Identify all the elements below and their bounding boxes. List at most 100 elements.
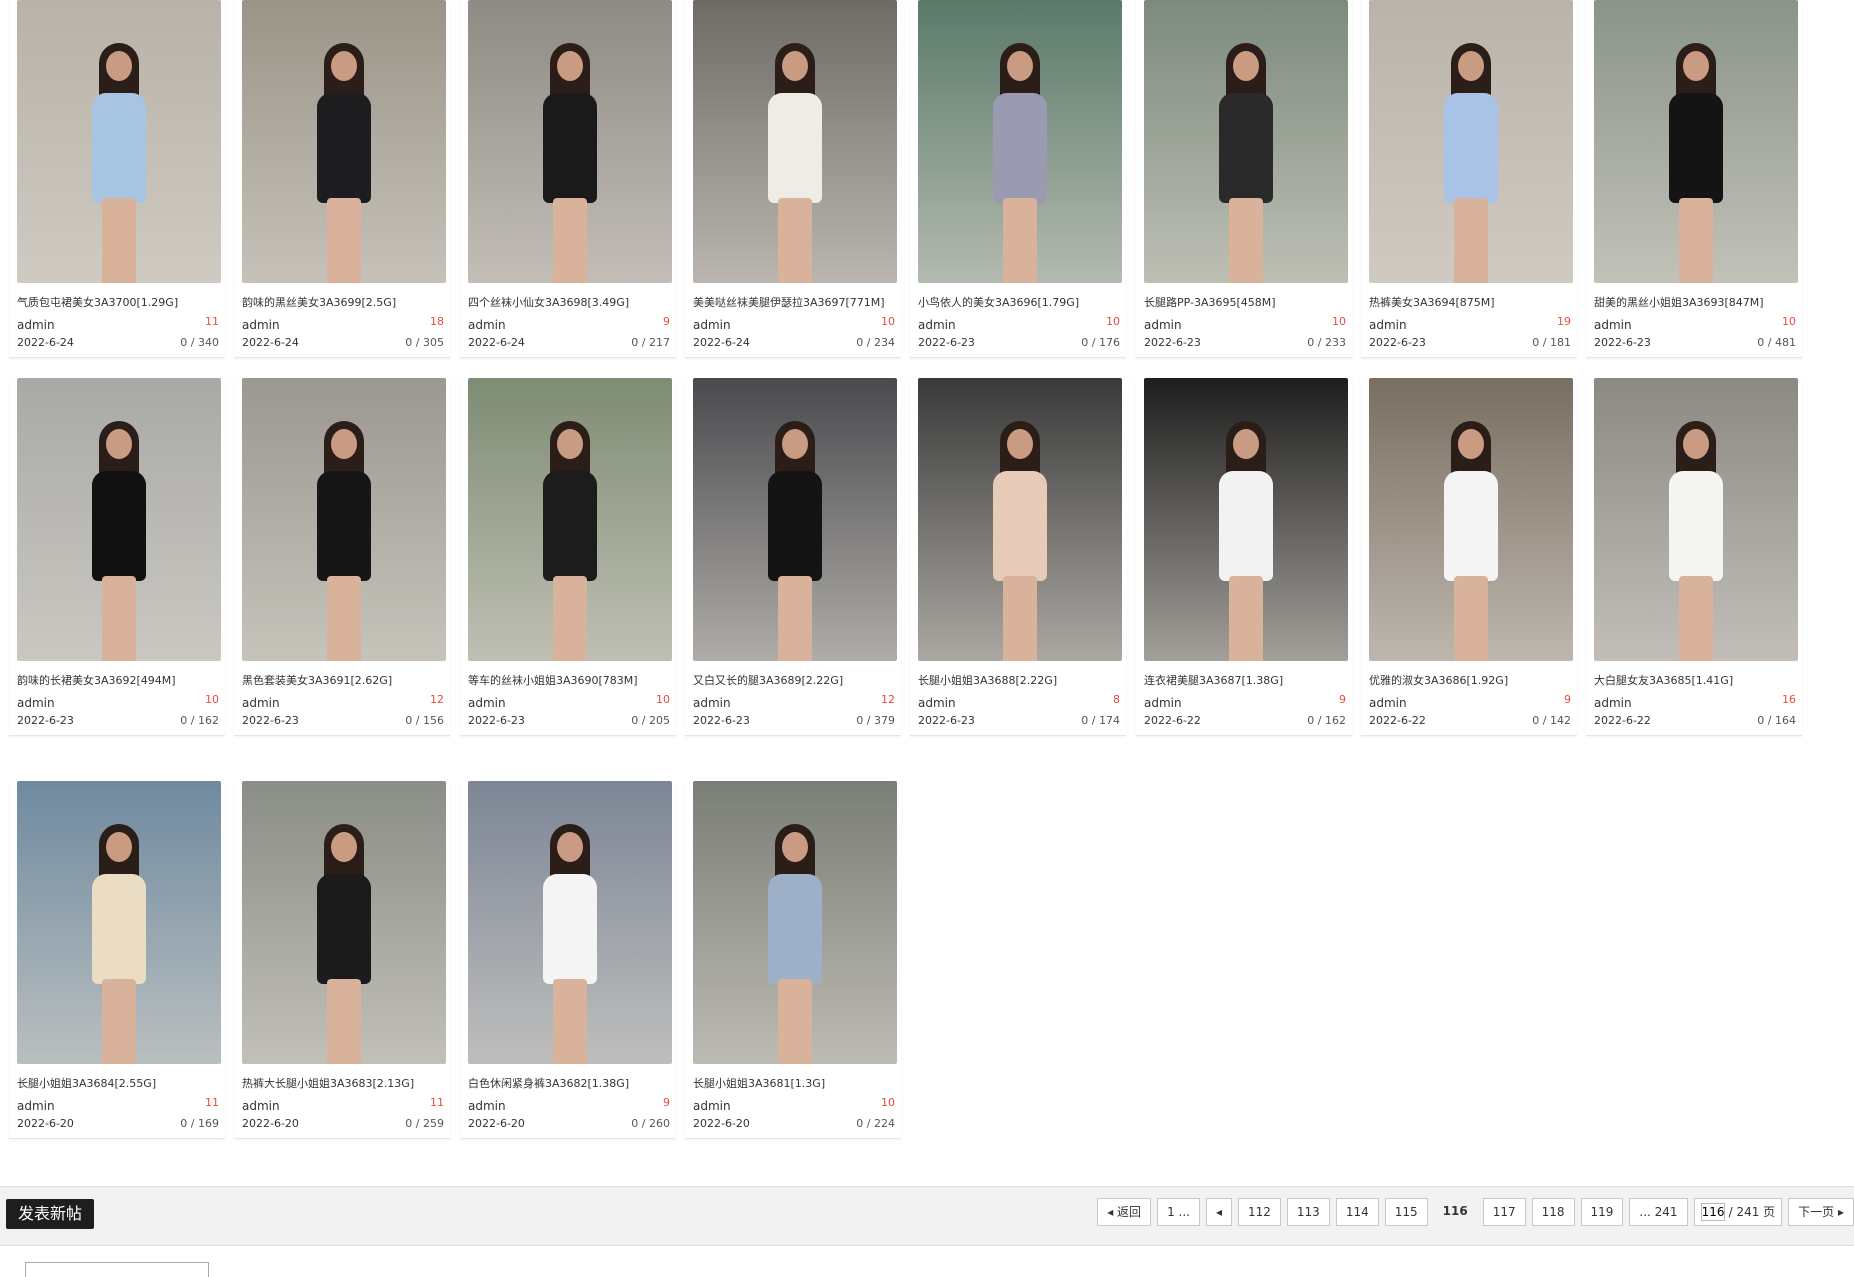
thread-author[interactable]: admin bbox=[1369, 318, 1407, 332]
photo-figure bbox=[299, 411, 389, 661]
thread-title[interactable]: 美美哒丝袜美腿伊瑟拉3A3697[771M] bbox=[693, 294, 897, 310]
thread-card[interactable]: 气质包屯裙美女3A3700[1.29G] admin 11 2022-6-24 0 / … bbox=[9, 0, 225, 358]
thread-title[interactable]: 连衣裙美腿3A3687[1.38G] bbox=[1144, 672, 1348, 688]
page-link-117[interactable]: 117 bbox=[1482, 1198, 1526, 1226]
page-link-113[interactable]: 113 bbox=[1286, 1198, 1330, 1226]
thread-card[interactable]: 连衣裙美腿3A3687[1.38G] admin 9 2022-6-22 0 / 162 bbox=[1136, 378, 1352, 736]
thread-card[interactable]: 长腿小姐姐3A3688[2.22G] admin 8 2022-6-23 0 / 174 bbox=[910, 378, 1126, 736]
thread-card[interactable]: 等车的丝袜小姐姐3A3690[783M] admin 10 2022-6-23 0 / … bbox=[460, 378, 676, 736]
thread-author[interactable]: admin bbox=[1594, 696, 1632, 710]
thread-card[interactable]: 长腿小姐姐3A3681[1.3G] admin 10 2022-6-20 0 / 224 bbox=[685, 781, 901, 1139]
page-link-119[interactable]: 119 bbox=[1580, 1198, 1624, 1226]
thread-author[interactable]: admin bbox=[17, 318, 55, 332]
thread-title[interactable]: 黑色套装美女3A3691[2.62G] bbox=[242, 672, 446, 688]
thread-title[interactable]: 韵味的黑丝美女3A3699[2.5G] bbox=[242, 294, 446, 310]
thread-author[interactable]: admin bbox=[17, 1099, 55, 1113]
thread-thumbnail[interactable] bbox=[693, 0, 897, 283]
thread-thumbnail[interactable] bbox=[918, 0, 1122, 283]
thread-card[interactable]: 大白腿女友3A3685[1.41G] admin 16 2022-6-22 0 / 16… bbox=[1586, 378, 1802, 736]
thread-author[interactable]: admin bbox=[468, 696, 506, 710]
page-link-115[interactable]: 115 bbox=[1384, 1198, 1428, 1226]
thread-card[interactable]: 四个丝袜小仙女3A3698[3.49G] admin 9 2022-6-24 0 / 2… bbox=[460, 0, 676, 358]
thread-title[interactable]: 长腿小姐姐3A3681[1.3G] bbox=[693, 1075, 897, 1091]
thread-card[interactable]: 热裤大长腿小姐姐3A3683[2.13G] admin 11 2022-6-20 0 /… bbox=[234, 781, 450, 1139]
thread-thumbnail[interactable] bbox=[17, 378, 221, 661]
back-button[interactable]: ◂ 返回 bbox=[1097, 1198, 1152, 1226]
first-page-link[interactable]: 1 ... bbox=[1157, 1198, 1200, 1226]
thread-author[interactable]: admin bbox=[242, 318, 280, 332]
thread-card[interactable]: 韵味的黑丝美女3A3699[2.5G] admin 18 2022-6-24 0 / 3… bbox=[234, 0, 450, 358]
thread-card[interactable]: 优雅的淑女3A3686[1.92G] admin 9 2022-6-22 0 / 142 bbox=[1361, 378, 1577, 736]
thread-card[interactable]: 甜美的黑丝小姐姐3A3693[847M] admin 10 2022-6-23 0 / … bbox=[1586, 0, 1802, 358]
thread-title[interactable]: 长腿路PP-3A3695[458M] bbox=[1144, 294, 1348, 310]
thread-thumbnail[interactable] bbox=[468, 781, 672, 1064]
thread-thumbnail[interactable] bbox=[693, 781, 897, 1064]
thread-title[interactable]: 热裤大长腿小姐姐3A3683[2.13G] bbox=[242, 1075, 446, 1091]
thread-title[interactable]: 气质包屯裙美女3A3700[1.29G] bbox=[17, 294, 221, 310]
thread-thumbnail[interactable] bbox=[17, 781, 221, 1064]
thread-title[interactable]: 长腿小姐姐3A3684[2.55G] bbox=[17, 1075, 221, 1091]
thread-author[interactable]: admin bbox=[918, 696, 956, 710]
thread-title[interactable]: 四个丝袜小仙女3A3698[3.49G] bbox=[468, 294, 672, 310]
page-jump-input[interactable] bbox=[1700, 1203, 1725, 1221]
thread-date: 2022-6-24 bbox=[242, 336, 299, 349]
thread-card[interactable]: 黑色套装美女3A3691[2.62G] admin 12 2022-6-23 0 / 1… bbox=[234, 378, 450, 736]
thread-title[interactable]: 小鸟依人的美女3A3696[1.79G] bbox=[918, 294, 1122, 310]
thread-thumbnail[interactable] bbox=[468, 378, 672, 661]
thread-thumbnail[interactable] bbox=[1369, 0, 1573, 283]
thread-title[interactable]: 热裤美女3A3694[875M] bbox=[1369, 294, 1573, 310]
page-link-114[interactable]: 114 bbox=[1335, 1198, 1379, 1226]
thread-thumbnail[interactable] bbox=[1144, 0, 1348, 283]
thread-thumbnail[interactable] bbox=[1369, 378, 1573, 661]
thread-title[interactable]: 甜美的黑丝小姐姐3A3693[847M] bbox=[1594, 294, 1798, 310]
new-post-button[interactable]: 发表新帖 bbox=[6, 1199, 94, 1229]
reply-view-stats: 0 / 305 bbox=[405, 336, 444, 349]
thread-author[interactable]: admin bbox=[17, 696, 55, 710]
thread-author[interactable]: admin bbox=[468, 1099, 506, 1113]
thread-card[interactable]: 又白又长的腿3A3689[2.22G] admin 12 2022-6-23 0 / 3… bbox=[685, 378, 901, 736]
thread-thumbnail[interactable] bbox=[1594, 378, 1798, 661]
thread-author[interactable]: admin bbox=[242, 696, 280, 710]
thread-author[interactable]: admin bbox=[1369, 696, 1407, 710]
last-page-link[interactable]: ... 241 bbox=[1629, 1198, 1688, 1226]
thread-author[interactable]: admin bbox=[693, 318, 731, 332]
thread-title[interactable]: 大白腿女友3A3685[1.41G] bbox=[1594, 672, 1798, 688]
thread-title[interactable]: 又白又长的腿3A3689[2.22G] bbox=[693, 672, 897, 688]
thread-thumbnail[interactable] bbox=[468, 0, 672, 283]
thread-thumbnail[interactable] bbox=[1594, 0, 1798, 283]
thread-author[interactable]: admin bbox=[468, 318, 506, 332]
thread-card[interactable]: 韵味的长裙美女3A3692[494M] admin 10 2022-6-23 0 / 1… bbox=[9, 378, 225, 736]
prev-page-button[interactable]: ◂ bbox=[1205, 1198, 1232, 1226]
thread-author[interactable]: admin bbox=[1594, 318, 1632, 332]
thread-author[interactable]: admin bbox=[1144, 696, 1182, 710]
thread-title[interactable]: 优雅的淑女3A3686[1.92G] bbox=[1369, 672, 1573, 688]
thread-date: 2022-6-23 bbox=[1369, 336, 1426, 349]
thread-author[interactable]: admin bbox=[918, 318, 956, 332]
thread-author[interactable]: admin bbox=[242, 1099, 280, 1113]
page-link-118[interactable]: 118 bbox=[1531, 1198, 1575, 1226]
thread-author[interactable]: admin bbox=[693, 1099, 731, 1113]
thread-thumbnail[interactable] bbox=[17, 0, 221, 283]
thread-thumbnail[interactable] bbox=[1144, 378, 1348, 661]
thread-card[interactable]: 白色休闲紧身裤3A3682[1.38G] admin 9 2022-6-20 0 / 2… bbox=[460, 781, 676, 1139]
thread-thumbnail[interactable] bbox=[242, 0, 446, 283]
page-link-112[interactable]: 112 bbox=[1238, 1198, 1281, 1226]
thread-title[interactable]: 等车的丝袜小姐姐3A3690[783M] bbox=[468, 672, 672, 688]
thread-thumbnail[interactable] bbox=[242, 781, 446, 1064]
next-page-button[interactable]: 下一页 ▸ bbox=[1788, 1198, 1854, 1226]
thread-card[interactable]: 美美哒丝袜美腿伊瑟拉3A3697[771M] admin 10 2022-6-24 0 … bbox=[685, 0, 901, 358]
thread-title[interactable]: 长腿小姐姐3A3688[2.22G] bbox=[918, 672, 1122, 688]
thread-title[interactable]: 韵味的长裙美女3A3692[494M] bbox=[17, 672, 221, 688]
thread-card[interactable]: 小鸟依人的美女3A3696[1.79G] admin 10 2022-6-23 0 / … bbox=[910, 0, 1126, 358]
thread-author[interactable]: admin bbox=[1144, 318, 1182, 332]
thread-thumbnail[interactable] bbox=[918, 378, 1122, 661]
footer-search-box[interactable] bbox=[25, 1262, 209, 1277]
photo-figure bbox=[525, 814, 615, 1064]
thread-thumbnail[interactable] bbox=[242, 378, 446, 661]
thread-title[interactable]: 白色休闲紧身裤3A3682[1.38G] bbox=[468, 1075, 672, 1091]
thread-card[interactable]: 长腿小姐姐3A3684[2.55G] admin 11 2022-6-20 0 / 16… bbox=[9, 781, 225, 1139]
thread-card[interactable]: 长腿路PP-3A3695[458M] admin 10 2022-6-23 0 / 23… bbox=[1136, 0, 1352, 358]
thread-author[interactable]: admin bbox=[693, 696, 731, 710]
thread-card[interactable]: 热裤美女3A3694[875M] admin 19 2022-6-23 0 / 181 bbox=[1361, 0, 1577, 358]
thread-thumbnail[interactable] bbox=[693, 378, 897, 661]
